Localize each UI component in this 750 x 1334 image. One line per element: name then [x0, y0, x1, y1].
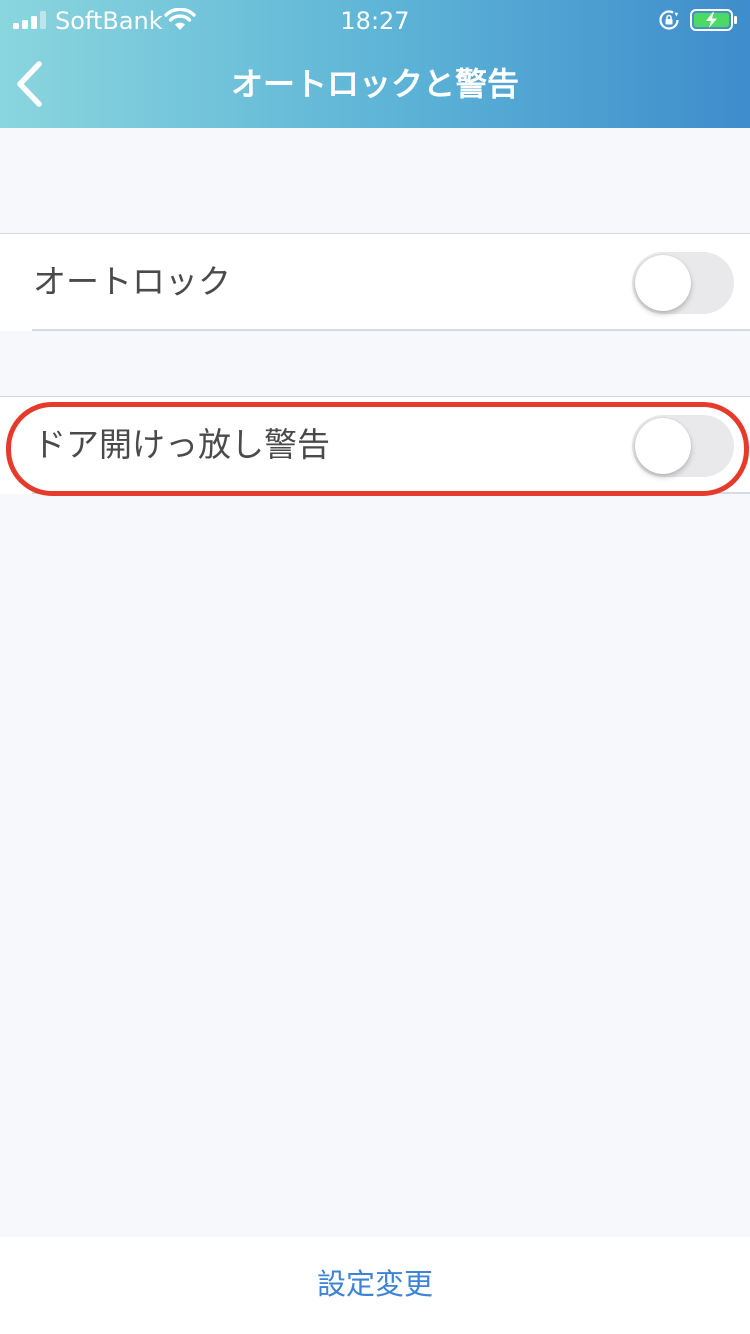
settings-row-auto-lock: オートロック — [0, 234, 750, 331]
back-button[interactable] — [10, 58, 60, 110]
settings-row-door-open-warning: ドア開けっ放し警告 — [0, 397, 750, 494]
change-settings-button[interactable]: 設定変更 — [250, 1264, 500, 1304]
chevron-left-icon — [17, 61, 42, 107]
carrier-name: SoftBank — [55, 7, 163, 35]
header: SoftBank 18:27 オートロックと警告 — [0, 0, 750, 128]
auto-lock-label: オートロック — [33, 262, 231, 301]
status-time: 18:27 — [340, 7, 410, 35]
door-open-warning-label: ドア開けっ放し警告 — [33, 425, 330, 464]
rotation-lock-icon — [659, 10, 679, 30]
signal-icon — [13, 11, 49, 29]
row-divider — [32, 329, 750, 331]
toggle-knob — [635, 418, 691, 474]
toggle-knob — [635, 255, 691, 311]
row-divider — [32, 492, 750, 494]
battery-charging-icon — [690, 9, 737, 31]
wifi-icon — [164, 8, 196, 30]
navigation-bar: オートロックと警告 — [0, 42, 750, 128]
page-title: オートロックと警告 — [230, 65, 519, 103]
footer-bar: 設定変更 — [0, 1237, 750, 1334]
auto-lock-toggle[interactable] — [632, 252, 734, 314]
door-open-warning-toggle[interactable] — [632, 415, 734, 477]
status-bar: SoftBank 18:27 — [0, 0, 750, 42]
